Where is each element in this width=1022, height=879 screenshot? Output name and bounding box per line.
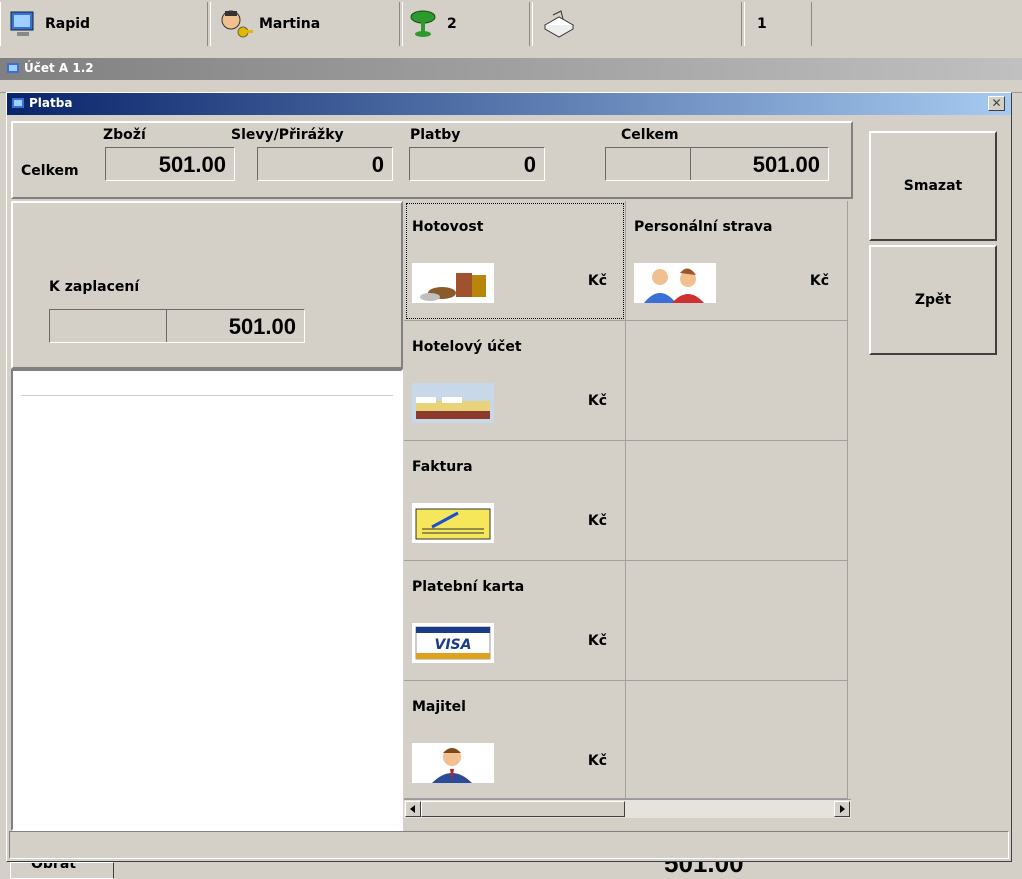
to-pay-value: 501.00 [228,314,296,339]
user-button[interactable]: Martina [210,2,400,46]
total-label: Celkem [621,127,679,143]
payments-field: 0 [409,147,545,181]
printer-icon [543,10,575,38]
method-label: Faktura [412,459,473,475]
method-label: Hotovost [412,219,484,235]
payment-method-hotel-account[interactable]: Hotelový účet Kč [404,321,626,441]
horizontal-scrollbar[interactable] [404,799,851,818]
currency-label: Kč [587,273,607,289]
turnover-button[interactable]: Obrat [10,862,114,879]
owner-icon [412,743,494,783]
turnover-amount: 501.00 [664,862,744,878]
arrow-right-icon [840,805,845,813]
invoice-icon [412,503,494,543]
back-button[interactable]: Zpět [869,245,997,355]
table-icon [410,10,436,37]
summary-row-label: Celkem [21,163,79,179]
terminal-number: 1 [757,16,767,32]
payment-method-cash[interactable]: Hotovost Kč [404,201,626,321]
empty-cell [626,321,848,441]
method-label: Majitel [412,699,466,715]
user-key-icon [221,10,253,38]
printer-button[interactable] [532,2,742,46]
coins-icon [412,263,494,303]
to-pay-label: K zaplacení [49,279,140,295]
payment-method-card[interactable]: Platební karta VISA Kč [404,561,626,681]
window-icon [12,98,24,108]
app-button[interactable]: Rapid [0,2,208,46]
list-divider [21,395,393,396]
tables-count: 2 [447,16,457,32]
payments-value: 0 [523,152,536,177]
scroll-thumb[interactable] [421,801,625,817]
arrow-left-icon [410,805,415,813]
empty-cell [626,441,848,561]
payments-label: Platby [410,127,461,143]
goods-field: 501.00 [105,147,235,181]
payment-method-staff-meal[interactable]: Personální strava Kč [626,201,848,321]
payment-method-owner[interactable]: Majitel Kč [404,681,626,799]
total-value: 501.00 [752,152,820,177]
summary-panel: Zboží Slevy/Přirážky Platby Celkem Celke… [11,121,853,199]
top-toolbar: Rapid Martina 2 1 [0,0,1022,50]
turnover-label: Obrat [31,862,76,872]
payment-dialog-title: Platba [29,96,73,110]
total-field: 501.00 [605,147,829,181]
account-window-title: Účet A 1.2 [24,61,94,75]
method-label: Hotelový účet [412,339,522,355]
people-icon [634,263,716,303]
account-window-footer: Obrat 501.00 [0,862,1022,879]
app-label: Rapid [45,16,91,32]
visa-card-icon: VISA [412,623,494,663]
status-bar [9,831,1009,859]
empty-cell [626,681,848,799]
payment-methods-grid: Hotovost Kč Personální strava Kč Hotelov… [404,201,851,799]
to-pay-field-divider [166,310,167,342]
to-pay-panel: K zaplacení 501.00 [11,201,403,369]
method-label: Personální strava [634,219,773,235]
currency-label: Kč [587,513,607,529]
computer-icon [10,11,34,36]
currency-label: Kč [587,753,607,769]
scroll-right-button[interactable] [834,801,850,817]
to-pay-field: 501.00 [49,309,305,343]
account-window-titlebar: Účet A 1.2 [0,58,1022,80]
empty-cell [626,561,848,681]
currency-label: Kč [587,393,607,409]
currency-label: Kč [587,633,607,649]
window-icon [7,63,19,73]
discounts-value: 0 [371,152,384,177]
bed-icon [412,383,494,423]
payment-dialog: Platba ✕ Zboží Slevy/Přirážky Platby Cel… [6,92,1012,862]
visa-text: VISA [435,637,472,653]
close-icon: ✕ [991,96,1002,110]
terminal-button[interactable]: 1 [744,2,812,46]
payments-list[interactable] [11,369,403,831]
payment-dialog-titlebar: Platba ✕ [7,93,1011,115]
payment-method-invoice[interactable]: Faktura Kč [404,441,626,561]
total-field-divider [690,148,691,180]
discounts-field: 0 [257,147,393,181]
delete-button[interactable]: Smazat [869,131,997,241]
method-label: Platební karta [412,579,525,595]
scroll-left-button[interactable] [405,801,421,817]
delete-label: Smazat [903,178,963,194]
currency-label: Kč [809,273,829,289]
back-label: Zpět [914,292,952,308]
tables-button[interactable]: 2 [402,2,530,46]
goods-value: 501.00 [158,152,226,177]
close-button[interactable]: ✕ [988,96,1005,111]
goods-label: Zboží [103,127,146,143]
user-label: Martina [259,16,321,32]
discounts-label: Slevy/Přirážky [231,127,344,143]
